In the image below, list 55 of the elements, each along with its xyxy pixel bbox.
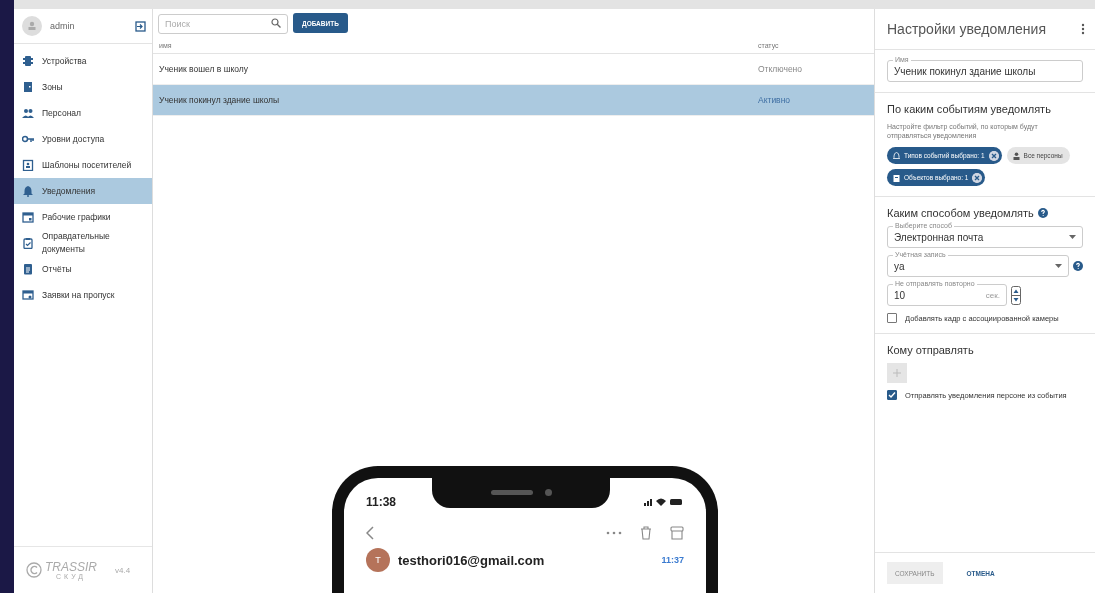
dropdown-caret-icon[interactable]: [1069, 235, 1076, 240]
close-icon[interactable]: [988, 150, 999, 161]
sidebar-item[interactable]: Уровни доступа: [14, 126, 152, 152]
trash-icon[interactable]: [640, 526, 652, 540]
close-icon[interactable]: [972, 172, 983, 183]
sidebar-item[interactable]: Отчёты: [14, 256, 152, 282]
back-icon[interactable]: [366, 526, 374, 540]
table-row[interactable]: Ученик покинул здание школы Активно: [153, 85, 874, 116]
checkbox[interactable]: [887, 390, 897, 401]
spinner-icon[interactable]: [1011, 285, 1021, 305]
version-label: v4.4: [115, 565, 131, 575]
calendar-icon: [22, 211, 34, 223]
sidebar-item[interactable]: Шаблоны посетителей: [14, 152, 152, 178]
key-icon: [22, 133, 34, 145]
sidebar-item[interactable]: Рабочие графики: [14, 204, 152, 230]
status-cell-text: Отключено: [758, 64, 804, 74]
report-icon: [22, 263, 34, 275]
more-icon[interactable]: [1081, 23, 1085, 35]
section-heading: Каким способом уведомлять: [887, 207, 1034, 220]
search-field[interactable]: Поиск: [158, 14, 288, 34]
section-heading: По каким событиям уведомлять: [887, 103, 1052, 115]
sidebar-item[interactable]: Оправдательные документы: [14, 230, 152, 256]
sender-avatar: T: [366, 548, 390, 572]
plus-icon: [893, 369, 901, 378]
sidebar-item[interactable]: Устройства: [14, 48, 152, 74]
search-icon[interactable]: [271, 18, 281, 28]
sidebar-item[interactable]: Зоны: [14, 74, 152, 100]
clipboard-icon: [22, 237, 34, 249]
logout-icon[interactable]: [135, 20, 146, 32]
dropdown-caret-icon[interactable]: [1055, 264, 1062, 269]
people-icon: [22, 107, 34, 119]
panel-title: Настройки уведомления: [887, 21, 1046, 37]
archive-icon[interactable]: [670, 526, 684, 540]
pass-icon: [22, 289, 34, 301]
sidebar-item[interactable]: Персонал: [14, 100, 152, 126]
sender-email: testhori016@gmail.com: [398, 552, 546, 568]
device-icon: [22, 55, 34, 67]
section-heading: Кому отправлять: [887, 344, 975, 357]
door-icon: [22, 81, 34, 93]
received-time: 11:37: [661, 555, 684, 565]
help-icon[interactable]: [1037, 208, 1048, 219]
checkbox[interactable]: [887, 313, 897, 324]
table-cell-text: Ученик вошел в школу: [159, 64, 250, 74]
phone-time: 11:38: [366, 495, 397, 509]
sidebar-item[interactable]: Уведомления: [14, 178, 152, 204]
status-icons: [644, 497, 684, 507]
badge-icon: [22, 159, 34, 171]
user-name: admin: [50, 21, 76, 31]
table-cell-text: Ученик покинул здание школы: [159, 95, 281, 105]
help-icon[interactable]: [1073, 261, 1083, 272]
more-icon[interactable]: [606, 531, 622, 535]
status-cell-text: Активно: [758, 95, 792, 105]
sidebar-item[interactable]: Заявки на пропуск: [14, 282, 152, 308]
avatar-icon: [22, 16, 42, 36]
person-icon: [1012, 151, 1020, 160]
